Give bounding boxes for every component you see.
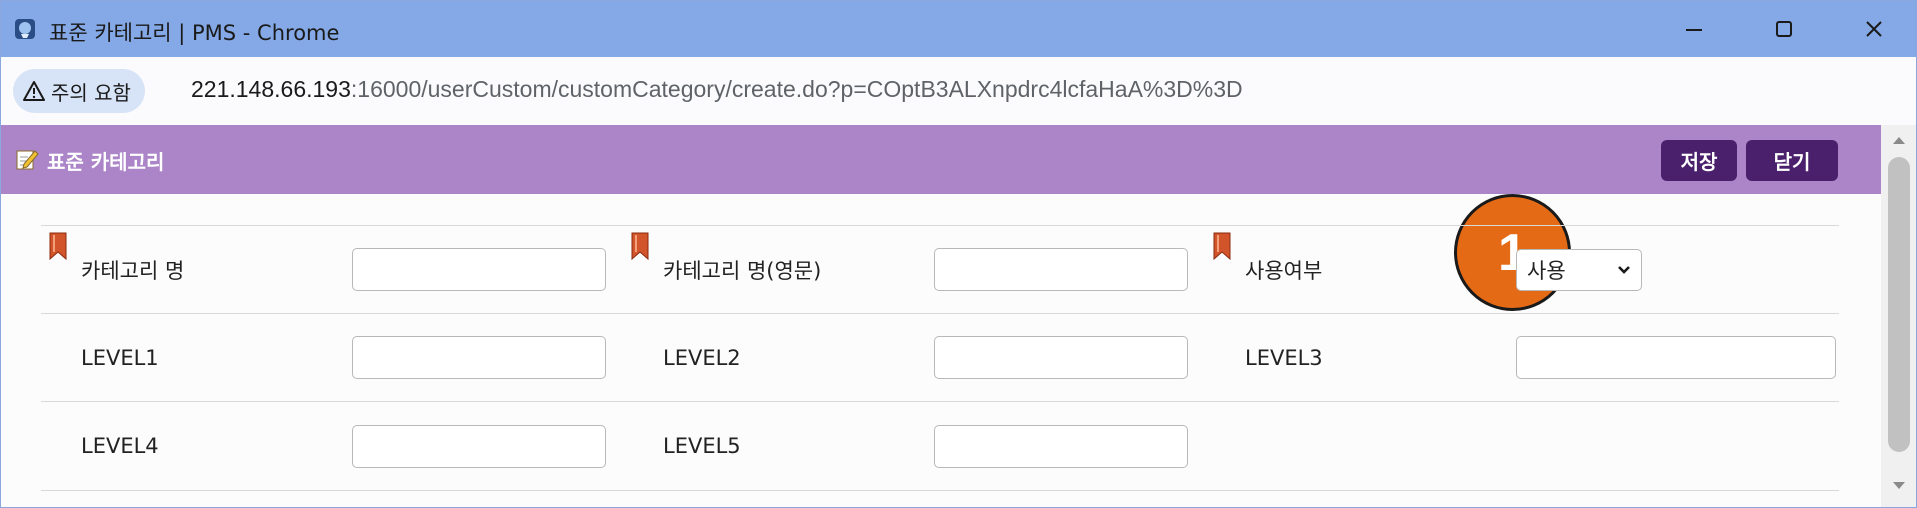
- level4-input-cell: [332, 401, 623, 491]
- window-title: 표준 카테고리 | PMS - Chrome: [49, 21, 340, 45]
- level2-input-cell: [914, 313, 1205, 402]
- level2-input[interactable]: [934, 336, 1188, 379]
- empty-cell: [1205, 401, 1496, 491]
- edit-icon: [16, 150, 39, 170]
- use-yn-selected-value: 사용: [1527, 258, 1566, 283]
- use-yn-label-cell: 사용여부: [1205, 225, 1496, 314]
- url-host: 221.148.66.193: [191, 76, 351, 102]
- security-chip[interactable]: 주의 요함: [13, 69, 145, 113]
- level5-input-cell: [914, 401, 1205, 491]
- url-path: :16000/userCustom/customCategory/create.…: [350, 76, 1243, 102]
- level2-label: LEVEL2: [663, 345, 741, 370]
- close-icon: [1866, 21, 1882, 37]
- use-yn-select[interactable]: 사용: [1516, 248, 1642, 291]
- category-name-en-input-cell: [914, 225, 1205, 314]
- level4-label-cell: LEVEL4: [41, 401, 332, 491]
- category-name-input-cell: [332, 225, 623, 314]
- level4-label: LEVEL4: [81, 434, 159, 458]
- page-header: 표준 카테고리 저장 닫기: [1, 125, 1881, 194]
- level1-input[interactable]: [352, 336, 606, 379]
- url-field[interactable]: 221.148.66.193:16000/userCustom/customCa…: [191, 76, 1243, 103]
- level1-input-cell: [332, 313, 623, 402]
- title-bar: 표준 카테고리 | PMS - Chrome: [1, 1, 1916, 57]
- save-button[interactable]: 저장: [1661, 140, 1737, 181]
- category-name-en-input[interactable]: [934, 248, 1188, 291]
- category-name-input[interactable]: [352, 248, 606, 291]
- empty-cell: [1496, 401, 1839, 491]
- level4-input[interactable]: [352, 424, 606, 468]
- security-label: 주의 요함: [51, 80, 131, 105]
- maximize-button[interactable]: [1739, 1, 1829, 57]
- level3-input[interactable]: [1516, 336, 1836, 379]
- required-bookmark-icon: [49, 232, 67, 260]
- close-window-button[interactable]: [1829, 1, 1916, 57]
- minimize-icon: [1686, 29, 1702, 31]
- close-button[interactable]: 닫기: [1746, 140, 1838, 181]
- level5-input[interactable]: [934, 424, 1188, 468]
- category-name-en-label: 카테고리 명(영문): [663, 258, 822, 283]
- form-row: 카테고리 명 카테고리 명(영문) 사용여부 사용: [41, 225, 1839, 314]
- address-bar: 주의 요함 221.148.66.193:16000/userCustom/cu…: [1, 57, 1916, 126]
- warning-icon: [23, 81, 45, 101]
- scroll-up-arrow-icon[interactable]: [1892, 135, 1906, 145]
- form-row: LEVEL1 LEVEL2 LEVEL3: [41, 313, 1839, 402]
- level2-label-cell: LEVEL2: [623, 313, 914, 402]
- scrollbar-thumb[interactable]: [1888, 157, 1910, 452]
- chevron-down-icon: [1618, 265, 1630, 274]
- level1-label: LEVEL1: [81, 345, 159, 370]
- required-bookmark-icon: [631, 232, 649, 260]
- level3-label-cell: LEVEL3: [1205, 313, 1496, 402]
- category-name-label-cell: 카테고리 명: [41, 225, 332, 314]
- level5-label-cell: LEVEL5: [623, 401, 914, 491]
- level5-label: LEVEL5: [663, 434, 741, 458]
- page-content: 표준 카테고리 저장 닫기 1 카테고리 명 카테고리 명(영문) 사용여부 사…: [1, 125, 1916, 507]
- form-row: LEVEL4 LEVEL5: [41, 401, 1839, 491]
- category-form: 카테고리 명 카테고리 명(영문) 사용여부 사용 LEVEL1 LEVEL2 …: [41, 225, 1839, 491]
- minimize-button[interactable]: [1649, 1, 1739, 57]
- category-name-label: 카테고리 명: [81, 258, 185, 283]
- level3-input-cell: [1496, 313, 1839, 402]
- popup-window: 표준 카테고리 | PMS - Chrome 주의 요함 221.148.66.…: [0, 0, 1917, 508]
- level3-label: LEVEL3: [1245, 345, 1323, 370]
- use-yn-label: 사용여부: [1245, 258, 1323, 283]
- category-name-en-label-cell: 카테고리 명(영문): [623, 225, 914, 314]
- page-title: 표준 카테고리: [47, 150, 165, 174]
- vertical-scrollbar[interactable]: [1881, 125, 1916, 507]
- app-icon: [15, 19, 35, 39]
- required-bookmark-icon: [1213, 232, 1231, 260]
- maximize-icon: [1776, 21, 1792, 37]
- scroll-down-arrow-icon[interactable]: [1892, 481, 1906, 491]
- level1-label-cell: LEVEL1: [41, 313, 332, 402]
- use-yn-select-cell: 사용: [1496, 225, 1839, 314]
